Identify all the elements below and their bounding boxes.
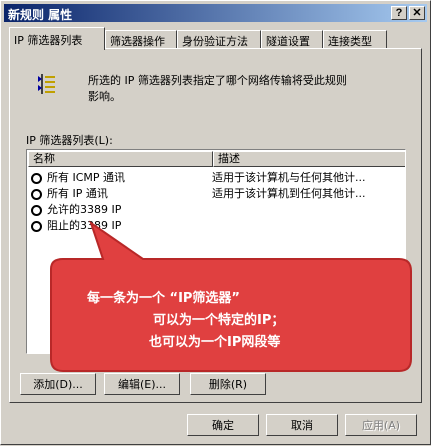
- tab-ip-filter-list[interactable]: IP 筛选器列表: [9, 27, 105, 50]
- cancel-button[interactable]: 取消: [266, 414, 338, 436]
- annotation-callout: [50, 220, 412, 372]
- callout-line-1: 每一条为一个 “IP筛选器”: [87, 291, 240, 306]
- callout-line-2: 可以为一个特定的IP；: [153, 313, 285, 328]
- callout-line-3: 也可以为一个IP网段等: [149, 335, 281, 350]
- ok-button[interactable]: 确定: [187, 414, 259, 436]
- apply-button[interactable]: 应用(A): [345, 414, 417, 436]
- properties-dialog: 新规则 属性 ? ✕ IP 筛选器列表 筛选器操作 身份验证方法 隧道设置 连接…: [0, 0, 431, 445]
